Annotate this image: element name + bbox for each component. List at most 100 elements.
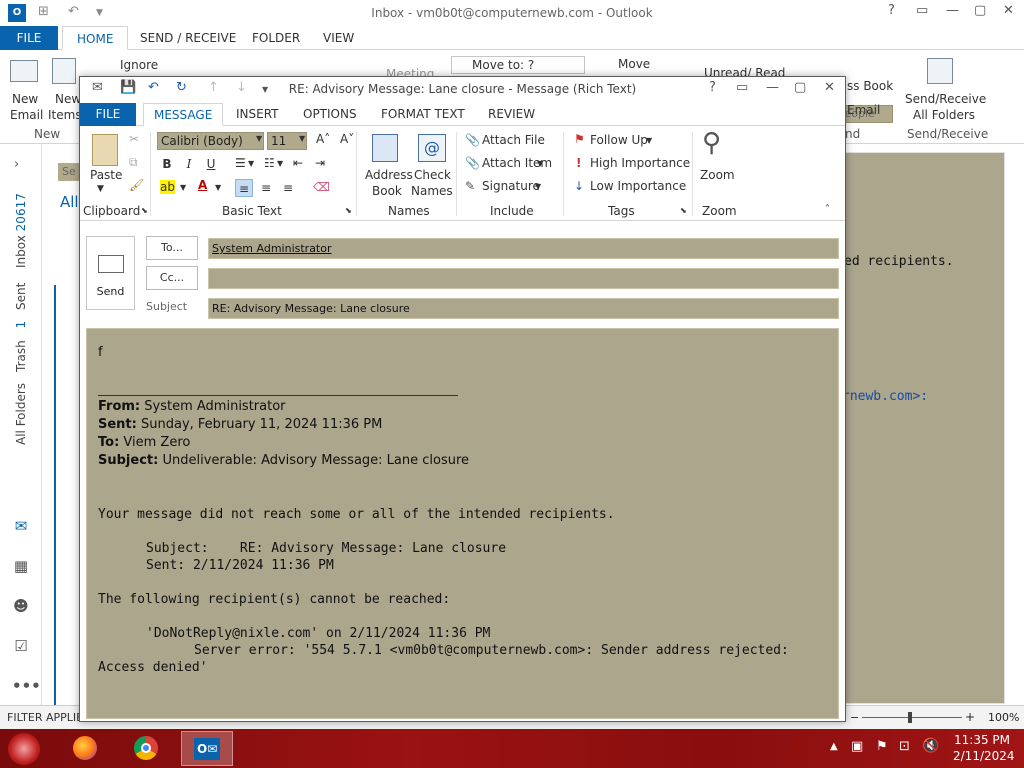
clock-time[interactable]: 11:35 PM: [953, 733, 1011, 747]
nav-all-folders[interactable]: All Folders: [14, 383, 28, 445]
font-color-icon[interactable]: A: [198, 178, 207, 192]
follow-up-button[interactable]: Follow Up: [590, 133, 648, 147]
minimize-icon[interactable]: —: [766, 80, 779, 95]
zoom-slider[interactable]: [862, 717, 962, 718]
basic-text-launcher-icon[interactable]: ⬊: [345, 206, 352, 215]
underline-button[interactable]: U: [202, 155, 220, 173]
copy-icon[interactable]: ⧉: [129, 155, 138, 170]
numbering-icon[interactable]: ☷: [264, 156, 275, 170]
paste-button[interactable]: Paste: [90, 168, 122, 182]
tab-options[interactable]: OPTIONS: [303, 103, 357, 126]
calendar-icon[interactable]: ▦: [12, 558, 30, 574]
signature-dropdown-icon[interactable]: ▼: [535, 182, 541, 191]
zoom-slider-thumb[interactable]: [908, 712, 912, 723]
start-button[interactable]: [8, 733, 40, 765]
bullets-dropdown-icon[interactable]: ▼: [248, 159, 254, 168]
reading-pane-link[interactable]: rnewb.com>:: [842, 389, 928, 404]
more-icon[interactable]: •••: [12, 678, 41, 694]
help-icon[interactable]: ?: [888, 3, 895, 18]
close-icon[interactable]: ✕: [824, 80, 835, 95]
tab-file[interactable]: FILE: [0, 26, 58, 50]
minimize-icon[interactable]: —: [946, 3, 959, 18]
font-name-input[interactable]: Calibri (Body): [157, 132, 264, 150]
highlight-dropdown-icon[interactable]: ▼: [180, 183, 186, 192]
check-names-button-l2[interactable]: Names: [411, 184, 453, 198]
font-name-dropdown-icon[interactable]: ▼: [256, 134, 262, 143]
ribbon-display-icon[interactable]: ▭: [736, 80, 748, 95]
send-button[interactable]: Send: [86, 236, 135, 310]
nav-inbox[interactable]: Inbox 20617: [14, 193, 28, 268]
maximize-icon[interactable]: ▢: [794, 80, 806, 95]
collapse-ribbon-icon[interactable]: ˄: [825, 204, 830, 215]
increase-indent-icon[interactable]: ⇥: [315, 156, 325, 170]
tab-insert[interactable]: INSERT: [236, 103, 279, 126]
tags-launcher-icon[interactable]: ⬊: [680, 206, 687, 215]
font-size-dropdown-icon[interactable]: ▼: [299, 134, 305, 143]
mail-icon[interactable]: ✉: [12, 518, 30, 534]
address-book-button-l1[interactable]: Address: [365, 168, 413, 182]
zoom-level[interactable]: 100%: [988, 711, 1019, 724]
filter-email-button[interactable]: Email: [847, 103, 880, 117]
zoom-in-icon[interactable]: +: [965, 710, 975, 724]
address-book-button-l2[interactable]: Book: [372, 184, 402, 198]
numbering-dropdown-icon[interactable]: ▼: [277, 159, 283, 168]
new-email-label-2[interactable]: Email: [10, 108, 43, 122]
tab-view[interactable]: VIEW: [323, 26, 354, 50]
zoom-out-icon[interactable]: −: [850, 711, 859, 724]
action-center-icon[interactable]: ▣: [851, 739, 863, 754]
nav-trash[interactable]: Trash 1: [14, 321, 28, 372]
tab-home[interactable]: HOME: [62, 26, 129, 50]
format-painter-icon[interactable]: 🖌: [129, 178, 144, 192]
clock-date[interactable]: 2/11/2024: [953, 749, 1015, 763]
network-icon[interactable]: ⊡: [899, 739, 910, 754]
flag-icon[interactable]: ⚑: [876, 739, 888, 754]
cc-field[interactable]: [208, 268, 839, 289]
nav-sent[interactable]: Sent: [14, 283, 28, 310]
move-button[interactable]: Move: [618, 57, 650, 71]
ribbon-display-icon[interactable]: ▭: [916, 3, 928, 18]
paste-icon[interactable]: [92, 134, 118, 166]
help-icon[interactable]: ?: [709, 80, 716, 95]
tab-format-text[interactable]: FORMAT TEXT: [381, 103, 465, 126]
italic-button[interactable]: I: [180, 155, 198, 173]
taskbar-outlook[interactable]: O✉: [181, 731, 233, 766]
decrease-indent-icon[interactable]: ⇤: [293, 156, 303, 170]
to-button[interactable]: To...: [146, 236, 198, 260]
tab-review[interactable]: REVIEW: [488, 103, 535, 126]
bullets-icon[interactable]: ☰: [235, 156, 246, 170]
taskbar-firefox[interactable]: [62, 731, 108, 766]
highlight-icon[interactable]: ab: [160, 180, 175, 194]
send-receive-all-label-2[interactable]: All Folders: [913, 108, 975, 122]
high-importance-button[interactable]: High Importance: [590, 156, 690, 170]
ignore-button[interactable]: Ignore: [120, 58, 158, 72]
bold-button[interactable]: B: [158, 155, 176, 173]
filter-all-tab[interactable]: All: [60, 193, 79, 211]
attach-file-button[interactable]: Attach File: [482, 133, 545, 147]
clear-formatting-icon[interactable]: ⌫: [313, 180, 330, 194]
tasks-icon[interactable]: ☑: [12, 638, 30, 654]
tab-folder[interactable]: FOLDER: [252, 26, 300, 50]
tray-overflow-icon[interactable]: ▲: [830, 741, 838, 752]
tab-send-receive[interactable]: SEND / RECEIVE: [140, 26, 236, 50]
address-book-button[interactable]: ss Book: [847, 79, 893, 93]
follow-up-dropdown-icon[interactable]: ▼: [646, 136, 652, 145]
align-left-button[interactable]: ≡: [235, 179, 253, 197]
paste-dropdown-icon[interactable]: ▼: [97, 184, 104, 194]
message-body[interactable]: f From: System Administrator Sent: Sunda…: [86, 328, 839, 719]
tab-message[interactable]: MESSAGE: [143, 103, 224, 126]
font-color-dropdown-icon[interactable]: ▼: [215, 183, 221, 192]
new-items-label-2[interactable]: Items: [48, 108, 82, 122]
taskbar-chrome[interactable]: [123, 731, 169, 766]
shrink-font-icon[interactable]: A˅: [340, 132, 354, 146]
new-email-label[interactable]: New: [12, 92, 38, 106]
low-importance-button[interactable]: Low Importance: [590, 179, 686, 193]
clipboard-launcher-icon[interactable]: ⬊: [141, 206, 148, 215]
zoom-button[interactable]: Zoom: [700, 168, 735, 182]
cut-icon[interactable]: ✂: [129, 132, 139, 146]
move-to-quickstep[interactable]: Move to: ?: [451, 56, 585, 74]
people-icon[interactable]: ☻: [12, 598, 30, 614]
grow-font-icon[interactable]: A˄: [316, 132, 330, 146]
attach-item-dropdown-icon[interactable]: ▼: [537, 159, 543, 168]
send-receive-all-label[interactable]: Send/Receive: [905, 92, 986, 106]
close-icon[interactable]: ✕: [1003, 3, 1014, 18]
